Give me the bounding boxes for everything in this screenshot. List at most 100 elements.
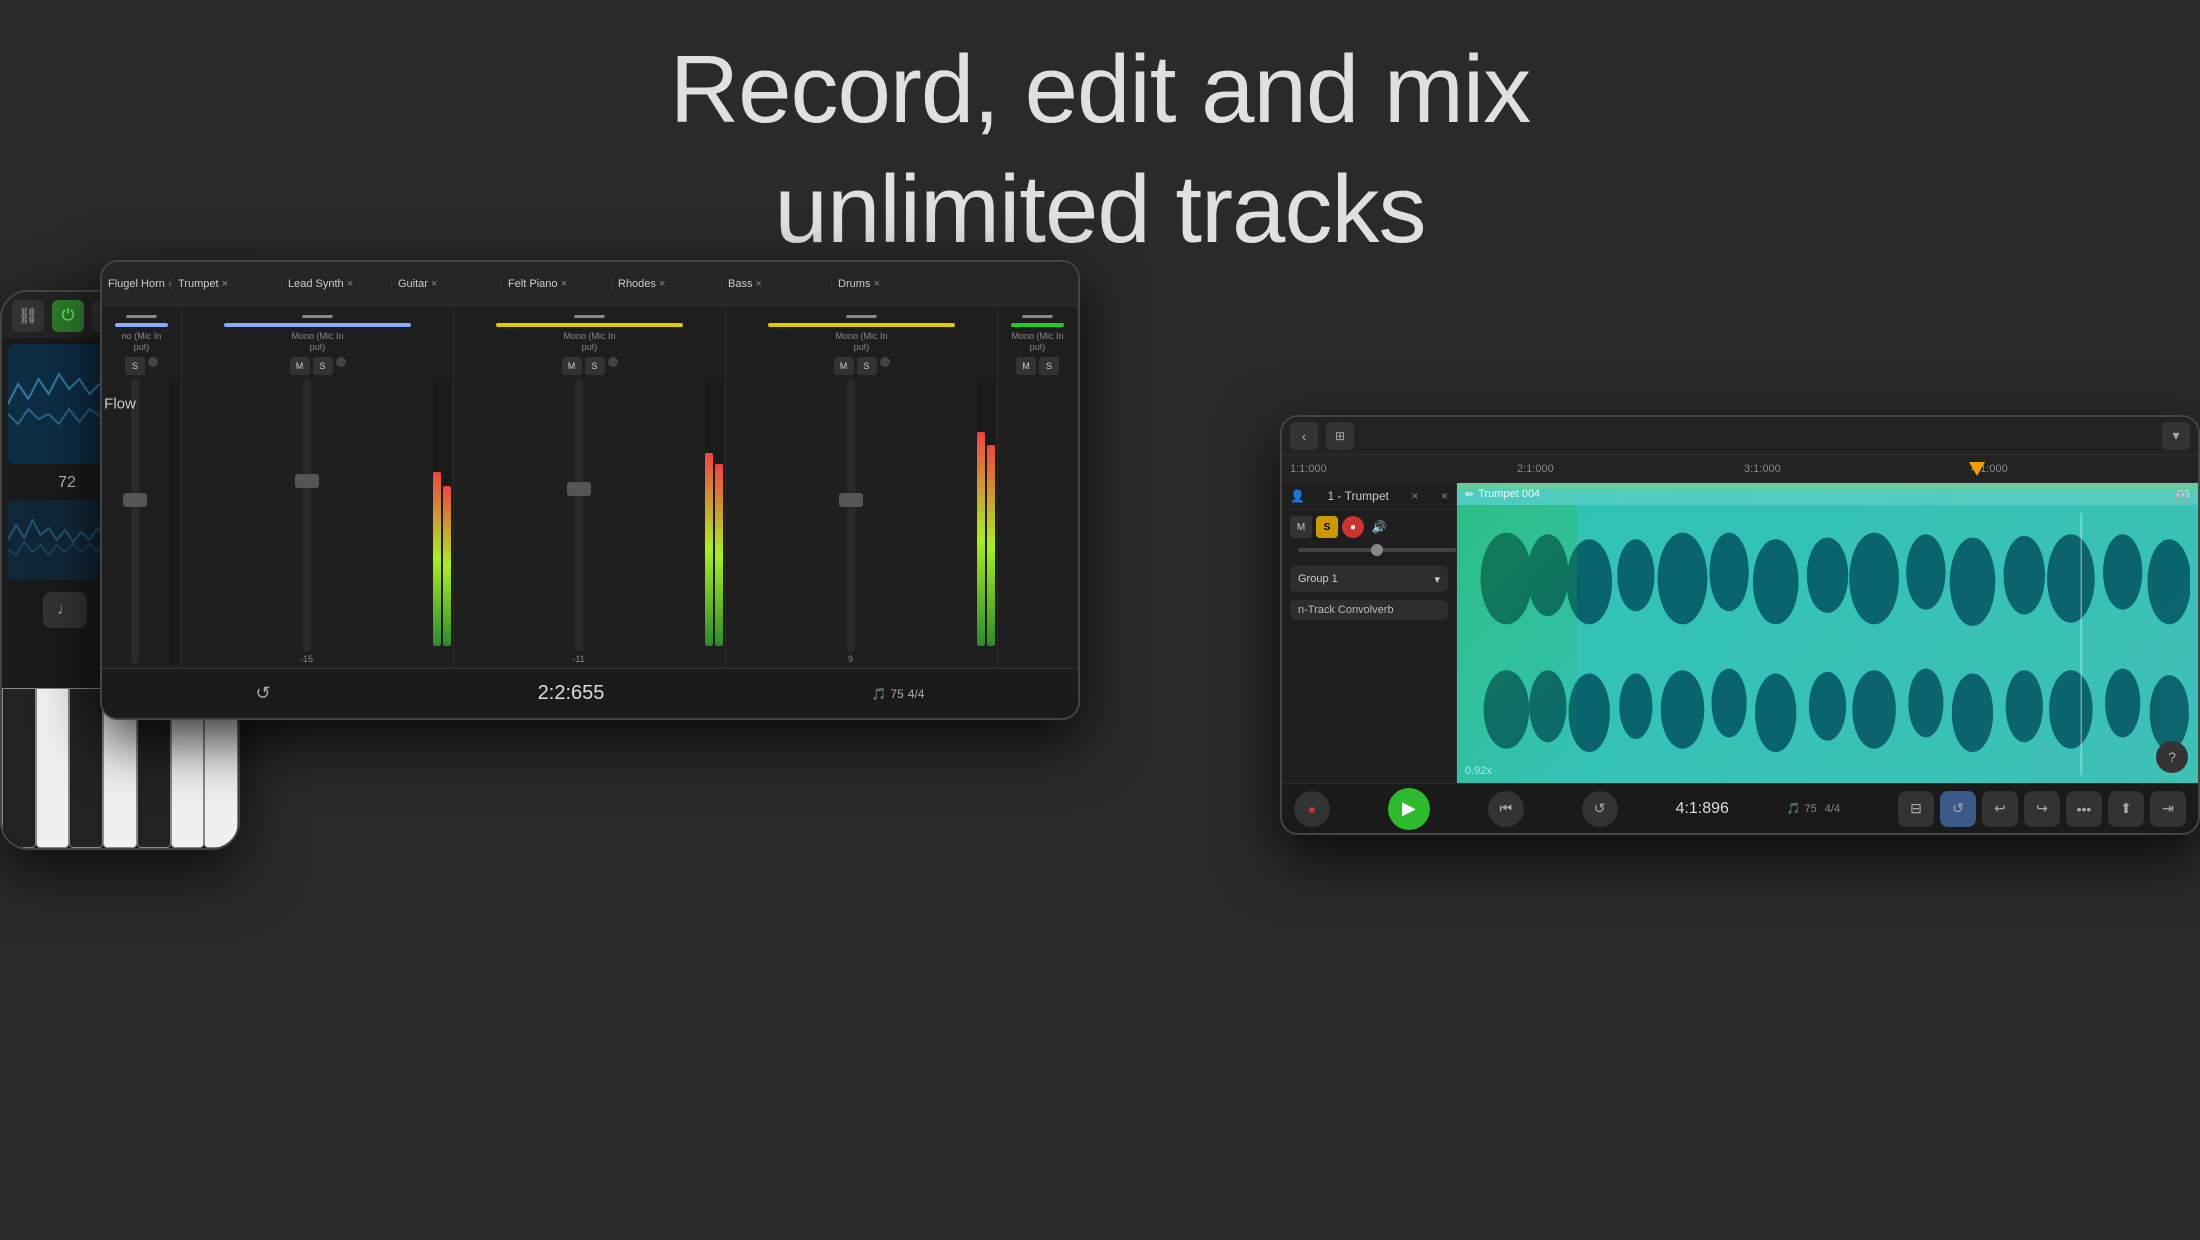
fader-area-guitar: 9: [728, 379, 995, 664]
strip-header-trumpet: Trumpet ×: [172, 278, 282, 290]
strip-header-bass: Bass ×: [722, 278, 832, 290]
db-label-trumpet: -15: [300, 654, 313, 664]
hero-line1: Record, edit and mix: [0, 30, 2200, 150]
input-label-feltpiano: Mono (Mic Input): [1011, 331, 1063, 353]
vu-fill-r-guitar: [987, 445, 995, 646]
s-btn-trumpet[interactable]: S: [313, 357, 333, 375]
fader-col-leadsynth: -11: [456, 379, 701, 664]
hero-text: Record, edit and mix unlimited tracks: [0, 30, 2200, 270]
fader-track-flugel: [131, 379, 139, 664]
s-btn-feltpiano[interactable]: S: [1039, 357, 1059, 375]
group-dropdown[interactable]: Group 1 ▾: [1290, 566, 1448, 592]
vu-l-leadsynth: [705, 379, 713, 646]
wave-icon-guitar: ▬▬▬: [847, 310, 877, 321]
more-btn[interactable]: •••: [2066, 791, 2102, 827]
track-bottom-bar: ● ▶ ⏮ ↺ 4:1:896 🎵 75 4/4 ⊟ ↺ ↩ ↪ ••• ⬆ ⇥: [1282, 783, 2198, 833]
note-btn[interactable]: ♩: [43, 592, 87, 628]
fader-thumb-leadsynth[interactable]: [567, 482, 591, 496]
vu-r-leadsynth: [715, 379, 723, 646]
timesig-display: 4/4: [908, 687, 925, 701]
color-bar-leadsynth: [496, 323, 683, 327]
m-btn-guitar[interactable]: M: [834, 357, 854, 375]
close-track-btn2[interactable]: ×: [1441, 489, 1448, 503]
metronome-icon2: 🎵: [1787, 802, 1801, 815]
close-track-btn[interactable]: ×: [1411, 489, 1418, 503]
input-label-guitar: Mono (Mic Input): [835, 331, 887, 353]
piano-key-black2[interactable]: [69, 688, 103, 848]
marker-4: 4:1:000: [1967, 463, 2194, 475]
chain-icon-btn[interactable]: ⛓: [12, 300, 44, 332]
mixer-bottom-bar: ↺ 2:2:655 🎵 75 4/4: [102, 668, 1078, 718]
strip-header-rhodes: Rhodes ×: [612, 278, 722, 290]
fader-track-leadsynth: [575, 379, 583, 652]
bpm-area: 🎵 75 4/4: [1787, 802, 1840, 815]
playhead-marker: [1969, 455, 1985, 482]
marker-1: 1:1:000: [1286, 463, 1513, 475]
rewind-btn[interactable]: ⏮: [1488, 791, 1524, 827]
mixer-icon-btn[interactable]: ⊟: [1898, 791, 1934, 827]
piano-key-black1[interactable]: [2, 688, 36, 848]
play-btn[interactable]: ▶: [1388, 788, 1430, 830]
strip-header-feltpiano: Felt Piano ×: [502, 278, 612, 290]
vu-fill-r-trumpet: [443, 486, 451, 646]
time-display: 2:2:655: [538, 682, 605, 705]
wave-icon-trumpet: ▬▬▬: [303, 310, 333, 321]
back-btn[interactable]: ‹: [1290, 422, 1318, 450]
help-btn-track[interactable]: ?: [2156, 741, 2188, 773]
undo-btn[interactable]: ↩: [1982, 791, 2018, 827]
pos-value: 4:1:896: [1676, 800, 1729, 817]
m-btn-feltpiano[interactable]: M: [1016, 357, 1036, 375]
note-icon: ♩: [57, 601, 73, 619]
s-btn-guitar[interactable]: S: [857, 357, 877, 375]
dot-trumpet: [336, 357, 346, 367]
piano-key-white1[interactable]: [36, 688, 70, 848]
grid-btn[interactable]: ⊞: [1326, 422, 1354, 450]
track-editor-tablet: ‹ ⊞ ▾ 1:1:000 2:1:000 3:1:000 4:1:000 👤 …: [1280, 415, 2200, 835]
strip-header-guitar: Guitar ×: [392, 278, 502, 290]
fader-thumb-guitar[interactable]: [839, 493, 863, 507]
loop-icon-btn[interactable]: ↺: [1940, 791, 1976, 827]
repeat-btn[interactable]: ↺: [1582, 791, 1618, 827]
fader-col-guitar: 9: [728, 379, 973, 664]
input-label-flugel: no (Mic Input): [122, 331, 162, 353]
volume-slider[interactable]: [1298, 548, 1456, 552]
fx-label[interactable]: n-Track Convolverb: [1290, 600, 1448, 620]
wave-icon-feltpiano: ▬▬▬: [1023, 310, 1053, 321]
dropdown-btn[interactable]: ▾: [2162, 422, 2190, 450]
group-dropdown-arrow: ▾: [1434, 573, 1440, 586]
record-btn[interactable]: ●: [1294, 791, 1330, 827]
track-settings-icon[interactable]: ⊟: [2175, 487, 2188, 507]
wave-icon-leadsynth: ▬▬▬: [575, 310, 605, 321]
send-btn[interactable]: ⇥: [2150, 791, 2186, 827]
s-btn-leadsynth[interactable]: S: [585, 357, 605, 375]
strip-leadsynth: ▬▬▬ Mono (Mic Input) M S -11: [454, 306, 726, 668]
ms-row-leadsynth: M S: [562, 357, 618, 375]
vol-thumb: [1371, 544, 1383, 556]
m-btn-track[interactable]: M: [1290, 516, 1312, 538]
strip-trumpet: ▬▬▬ Mono (Mic Input) M S -15: [182, 306, 454, 668]
db-label-guitar: 9: [848, 654, 853, 664]
power-btn[interactable]: ⏻: [52, 300, 84, 332]
m-btn-leadsynth[interactable]: M: [562, 357, 582, 375]
timesig-value: 4/4: [1825, 803, 1840, 815]
color-bar-trumpet: [224, 323, 411, 327]
bottom-action-buttons: ⊟ ↺ ↩ ↪ ••• ⬆ ⇥: [1898, 791, 2186, 827]
redo-btn[interactable]: ↪: [2024, 791, 2060, 827]
fader-area-leadsynth: -11: [456, 379, 723, 664]
repeat-icon[interactable]: ↺: [256, 683, 271, 704]
hero-line2: unlimited tracks: [0, 150, 2200, 270]
vu-r-trumpet: [443, 379, 451, 646]
strip-header-drums: Drums ×: [832, 278, 942, 290]
bpm-value: 75: [1805, 803, 1817, 815]
track-info-header: 👤 1 - Trumpet × ×: [1282, 483, 1456, 510]
strip-header-leadsynth: Lead Synth ×: [282, 278, 392, 290]
fader-thumb-trumpet[interactable]: [295, 474, 319, 488]
m-btn-trumpet[interactable]: M: [290, 357, 310, 375]
share-btn[interactable]: ⬆: [2108, 791, 2144, 827]
rec-btn-track[interactable]: ●: [1342, 516, 1364, 538]
s-btn-track[interactable]: S: [1316, 516, 1338, 538]
s-btn-flugel[interactable]: S: [125, 357, 145, 375]
track-sidebar: 👤 1 - Trumpet × × M S ● 🔊 Group 1 ▾ n-Tr…: [1282, 483, 1457, 783]
group-label: Group 1: [1298, 573, 1338, 585]
fader-thumb-flugel[interactable]: [123, 493, 147, 507]
